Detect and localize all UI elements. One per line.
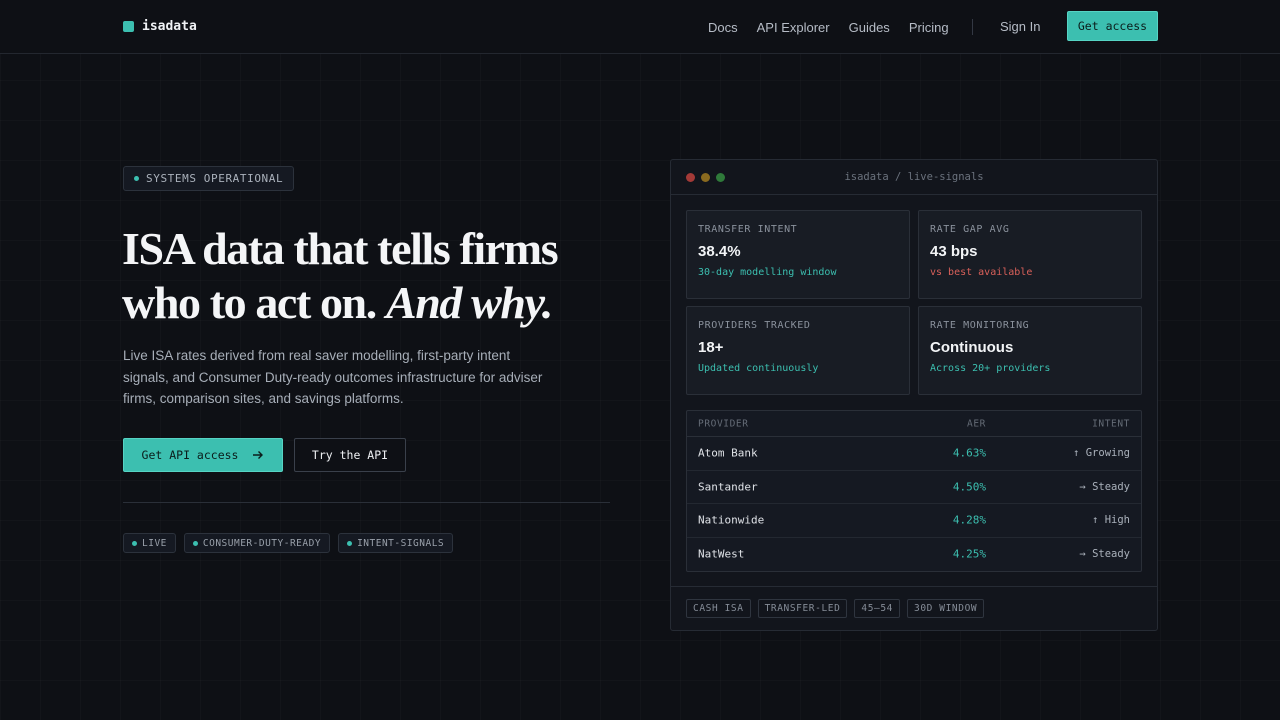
cell-provider: Atom Bank xyxy=(698,446,758,460)
footer-tag: TRANSFER-LED xyxy=(757,599,848,618)
tag-live: LIVE xyxy=(123,533,176,553)
provider-table: PROVIDER AER INTENT Atom Bank 4.63% ↑ Gr… xyxy=(686,410,1142,572)
logo-text: isadata xyxy=(142,19,197,34)
table-header: PROVIDER AER INTENT xyxy=(687,411,1141,437)
stat-label: RATE MONITORING xyxy=(930,320,1030,331)
hero-tags: LIVE CONSUMER-DUTY-READY INTENT-SIGNALS xyxy=(123,533,454,553)
stat-label: PROVIDERS TRACKED xyxy=(698,320,811,331)
cell-aer: 4.50% xyxy=(952,480,986,494)
tag-label: CONSUMER-DUTY-READY xyxy=(202,537,322,549)
divider xyxy=(123,502,610,503)
stat-value: 18+ xyxy=(698,339,724,356)
stat-label: TRANSFER INTENT xyxy=(698,224,798,235)
panel-titlebar: isadata / live-signals xyxy=(671,160,1157,195)
stat-value: 43 bps xyxy=(930,243,978,260)
panel-title: isadata / live-signals xyxy=(844,171,984,183)
stat-card-transfer-intent: TRANSFER INTENT 38.4% 30-day modelling w… xyxy=(686,210,910,299)
panel-footer: CASH ISA TRANSFER-LED 45–54 30D WINDOW xyxy=(671,586,1157,630)
cell-provider: Nationwide xyxy=(698,513,765,527)
hero-subtext: Live ISA rates derived from real saver m… xyxy=(123,348,543,406)
nav-link-guides[interactable]: Guides xyxy=(849,20,890,35)
get-access-button[interactable]: Get access xyxy=(1067,11,1158,41)
status-dot-icon xyxy=(134,176,139,181)
stat-note: Across 20+ providers xyxy=(930,363,1051,374)
tag-label: INTENT-SIGNALS xyxy=(357,537,445,549)
stat-note: Updated continuously xyxy=(698,363,819,374)
tag-intent-signals: INTENT-SIGNALS xyxy=(338,533,454,553)
status-badge: SYSTEMS OPERATIONAL xyxy=(123,166,295,191)
cell-aer: 4.63% xyxy=(952,446,986,460)
nav-divider xyxy=(971,19,973,35)
footer-tag: 45–54 xyxy=(854,599,901,618)
nav-link-pricing[interactable]: Pricing xyxy=(909,20,949,35)
stat-note: vs best available xyxy=(930,267,1033,278)
cell-intent: ↑ High xyxy=(1092,514,1130,527)
table-row[interactable]: Nationwide 4.28% ↑ High xyxy=(687,504,1141,538)
top-nav: isadata Docs API Explorer Guides Pricing… xyxy=(0,0,1280,54)
tag-dot-icon xyxy=(192,540,198,546)
sign-in-link[interactable]: Sign In xyxy=(1000,19,1040,34)
headline-emphasis: And why. xyxy=(385,277,553,328)
nav-links: Docs API Explorer Guides Pricing xyxy=(708,19,989,35)
header-aer: AER xyxy=(967,418,986,429)
header-intent: INTENT xyxy=(1092,418,1130,429)
cell-aer: 4.28% xyxy=(952,513,986,527)
tag-consumer-duty-ready: CONSUMER-DUTY-READY xyxy=(183,533,331,553)
cell-intent: ↑ Growing xyxy=(1073,447,1130,460)
stat-label: RATE GAP AVG xyxy=(930,224,1010,235)
nav-link-api-explorer[interactable]: API Explorer xyxy=(757,20,830,35)
cell-aer: 4.25% xyxy=(952,547,986,561)
table-row[interactable]: Atom Bank 4.63% ↑ Growing xyxy=(687,437,1141,471)
header-provider: PROVIDER xyxy=(698,418,749,429)
logo-mark-icon xyxy=(123,21,134,32)
nav-link-docs[interactable]: Docs xyxy=(708,20,738,35)
footer-tag: CASH ISA xyxy=(686,599,751,618)
cell-intent: → Steady xyxy=(1079,548,1130,561)
tag-label: LIVE xyxy=(142,537,167,549)
table-row[interactable]: Santander 4.50% → Steady xyxy=(687,471,1141,504)
get-api-access-button[interactable]: Get API access xyxy=(123,438,283,472)
stat-value: Continuous xyxy=(930,339,1014,356)
tag-dot-icon xyxy=(347,540,353,546)
hero-headline: ISA data that tells firms who to act on.… xyxy=(122,222,642,330)
stat-value: 38.4% xyxy=(698,243,741,260)
stat-card-rate-gap: RATE GAP AVG 43 bps vs best available xyxy=(918,210,1142,299)
cell-provider: NatWest xyxy=(698,547,745,561)
try-api-button[interactable]: Try the API xyxy=(294,438,406,472)
get-api-access-label: Get API access xyxy=(141,448,239,462)
stat-note: 30-day modelling window xyxy=(698,267,837,278)
table-row[interactable]: NatWest 4.25% → Steady xyxy=(687,538,1141,572)
live-signals-panel: isadata / live-signals TRANSFER INTENT 3… xyxy=(670,159,1158,631)
stat-card-rate-monitoring: RATE MONITORING Continuous Across 20+ pr… xyxy=(918,306,1142,395)
arrow-right-icon xyxy=(253,451,264,459)
status-text: SYSTEMS OPERATIONAL xyxy=(146,172,284,185)
logo[interactable]: isadata xyxy=(123,19,197,34)
footer-tag: 30D WINDOW xyxy=(907,599,985,618)
tag-dot-icon xyxy=(132,540,137,546)
stat-card-providers-tracked: PROVIDERS TRACKED 18+ Updated continuous… xyxy=(686,306,910,395)
cell-provider: Santander xyxy=(698,480,758,494)
cell-intent: → Steady xyxy=(1079,480,1130,493)
